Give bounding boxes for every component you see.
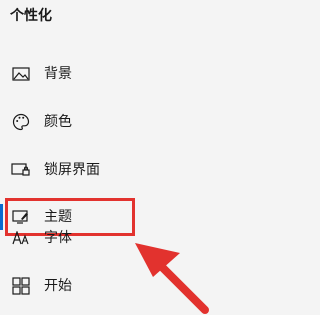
- nav-item-label: 开始: [44, 278, 72, 294]
- lock-screen-icon: [10, 159, 32, 181]
- image-icon: [10, 63, 32, 85]
- page-title: 个性化: [10, 8, 52, 24]
- start-icon: [10, 275, 32, 297]
- nav-item-label: 颜色: [44, 114, 72, 130]
- nav-item-start[interactable]: 开始: [0, 264, 246, 308]
- nav-item-label: 背景: [44, 66, 72, 82]
- font-icon: [10, 227, 32, 249]
- palette-icon: [10, 111, 32, 133]
- nav-item-background[interactable]: 背景: [0, 52, 246, 96]
- nav-item-lock-screen[interactable]: 锁屏界面: [0, 148, 246, 192]
- nav-item-label: 锁屏界面: [44, 162, 100, 178]
- nav-item-colors[interactable]: 颜色: [0, 100, 246, 144]
- nav-item-fonts[interactable]: 字体: [0, 216, 246, 260]
- nav-item-label: 字体: [44, 230, 72, 246]
